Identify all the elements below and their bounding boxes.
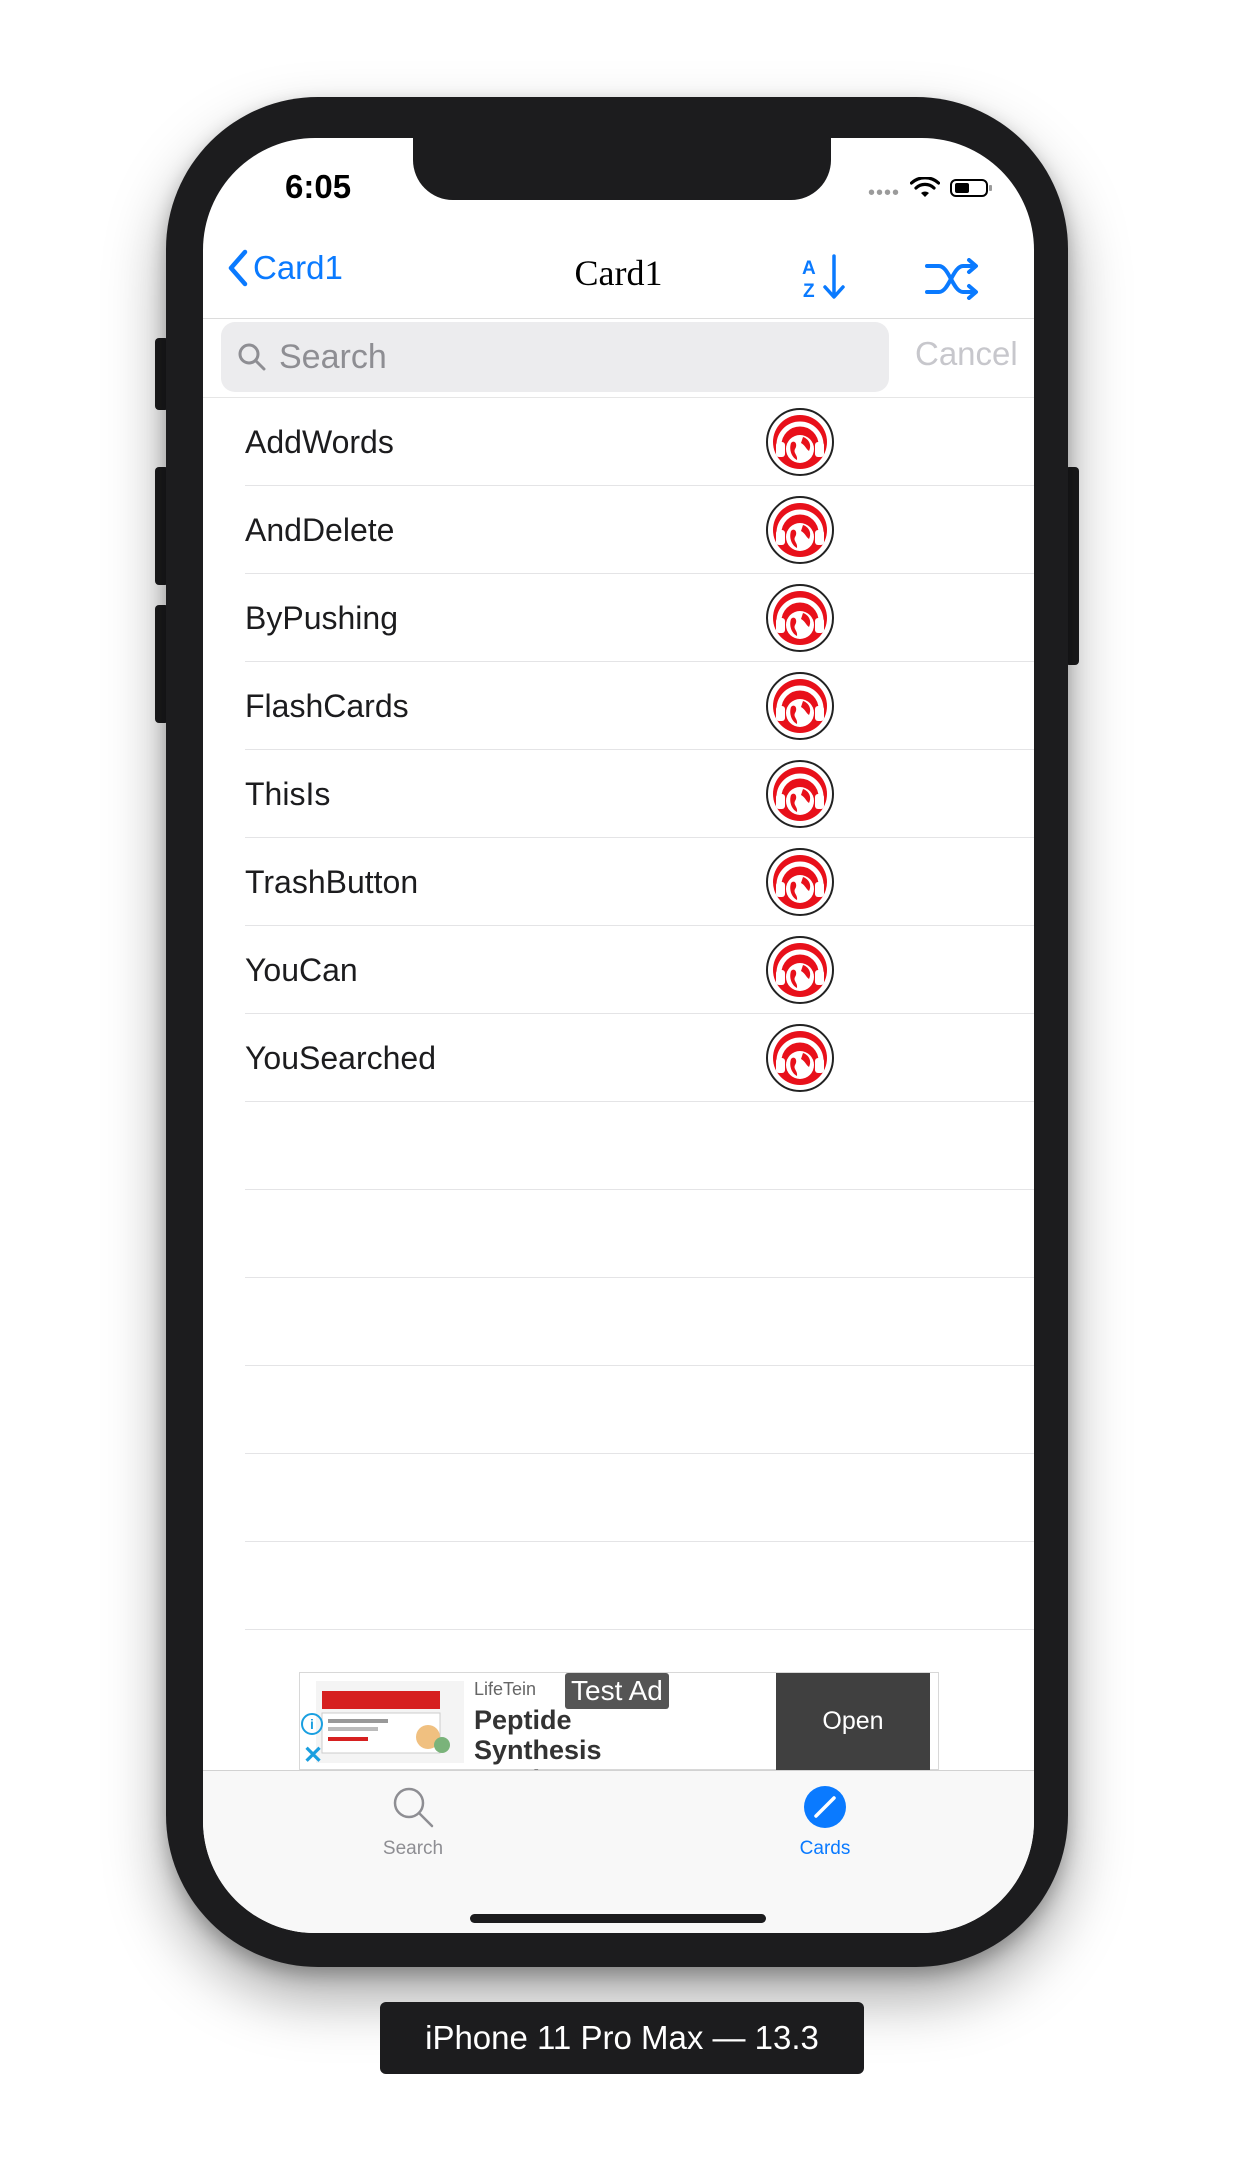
ad-sponsor: LifeTein (474, 1679, 537, 1699)
empty-row (203, 1542, 1034, 1630)
ad-open-button[interactable]: Open (776, 1673, 930, 1770)
list-item[interactable]: AddWords (203, 398, 1034, 486)
signal-icon: •••• (867, 182, 900, 204)
compass-icon (804, 1786, 846, 1828)
phone-screen: 6:05 •••• Card1 Card1 A Z Search Cancel … (203, 138, 1034, 1933)
home-indicator[interactable] (470, 1914, 766, 1923)
audio-globe-icon[interactable] (765, 1023, 835, 1093)
audio-globe-icon[interactable] (765, 583, 835, 653)
list-item-label: YouSearched (245, 1040, 436, 1076)
list-item[interactable]: YouCan (203, 926, 1034, 1014)
device-label: iPhone 11 Pro Max — 13.3 (380, 2002, 864, 2074)
search-input[interactable] (277, 336, 841, 378)
empty-row (203, 1278, 1034, 1366)
status-indicators: •••• (867, 170, 992, 205)
audio-globe-icon[interactable] (765, 847, 835, 917)
tab-bar: Search Cards (203, 1770, 1034, 1933)
list-item-label: ByPushing (245, 600, 398, 636)
list-item-label: ThisIs (245, 776, 331, 812)
nav-divider (203, 318, 1034, 319)
tab-label: Cards (799, 1838, 851, 1859)
page-title: Card1 (574, 253, 663, 293)
empty-row (203, 1102, 1034, 1190)
cancel-button[interactable]: Cancel (915, 335, 1018, 373)
status-time: 6:05 (285, 168, 352, 205)
list-item[interactable]: FlashCards (203, 662, 1034, 750)
list-item-label: AndDelete (245, 512, 395, 548)
ad-test-badge: Test Ad (565, 1673, 669, 1709)
battery-icon (950, 178, 992, 197)
ad-info-icon[interactable]: i (301, 1713, 323, 1735)
list-item[interactable]: ByPushing (203, 574, 1034, 662)
shuffle-icon (925, 258, 978, 300)
audio-globe-icon[interactable] (765, 935, 835, 1005)
list-item[interactable]: TrashButton (203, 838, 1034, 926)
wifi-icon (910, 176, 940, 197)
list-item-label: AddWords (245, 424, 394, 460)
empty-row (203, 1190, 1034, 1278)
row-divider (245, 1629, 1034, 1630)
tab-cards[interactable]: Cards (755, 1785, 895, 1860)
sort-az-icon: A Z (802, 254, 845, 302)
search-field[interactable] (221, 322, 889, 392)
svg-text:A: A (802, 258, 816, 279)
empty-row (203, 1454, 1034, 1542)
notch (413, 138, 831, 200)
tab-label: Search (382, 1838, 444, 1859)
ad-close-icon[interactable]: ✕ (303, 1741, 323, 1770)
search-icon (238, 343, 266, 371)
sort-button[interactable]: A Z (798, 252, 850, 309)
list-item[interactable]: AndDelete (203, 486, 1034, 574)
ad-product-image (316, 1681, 464, 1763)
empty-row (203, 1366, 1034, 1454)
audio-globe-icon[interactable] (765, 407, 835, 477)
list-item[interactable]: YouSearched (203, 1014, 1034, 1102)
ad-banner[interactable]: i ✕ LifeTein Peptide Synthesis Service T… (299, 1672, 939, 1795)
list-item-label: TrashButton (245, 864, 419, 900)
list-item-label: FlashCards (245, 688, 409, 724)
search-icon (393, 1787, 434, 1828)
audio-globe-icon[interactable] (765, 671, 835, 741)
list-item[interactable]: ThisIs (203, 750, 1034, 838)
list-item-label: YouCan (245, 952, 358, 988)
shuffle-button[interactable] (925, 258, 981, 305)
audio-globe-icon[interactable] (765, 495, 835, 565)
navigation-bar: Card1 Card1 A Z (203, 238, 1034, 313)
audio-globe-icon[interactable] (765, 759, 835, 829)
svg-text:Z: Z (803, 281, 815, 302)
word-list: AddWords AndDelete ByPushing FlashCards … (203, 398, 1034, 1630)
tab-search[interactable]: Search (343, 1785, 483, 1860)
